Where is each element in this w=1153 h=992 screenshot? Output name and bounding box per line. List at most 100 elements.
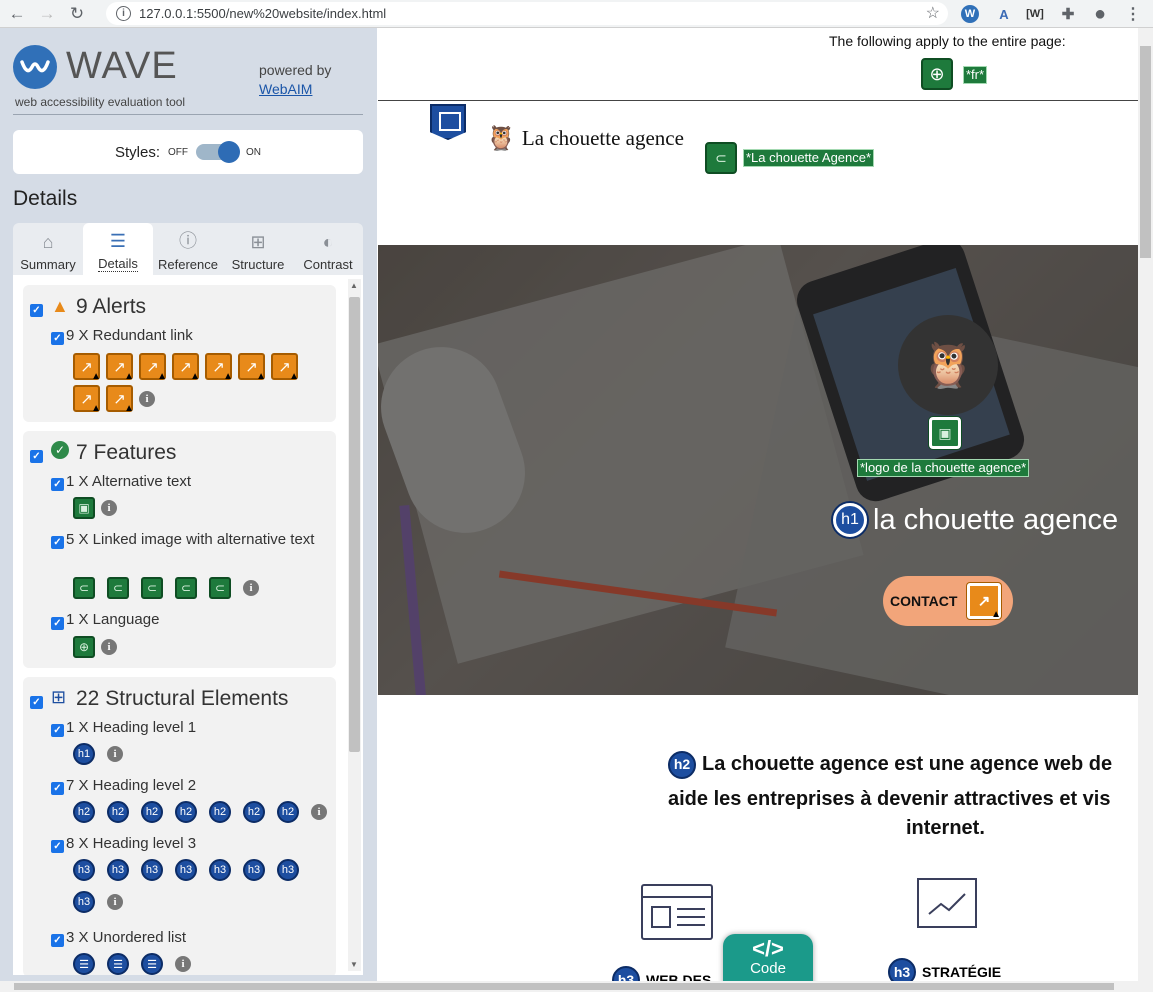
heading-3-icon[interactable]: h3 [277,859,299,881]
heading-1-checkbox[interactable]: ✓ [51,724,64,737]
panel-scrollbar[interactable]: ▲ ▼ [348,279,361,971]
linked-image-icon[interactable]: ⊂ [209,577,231,599]
heading-2-checkbox[interactable]: ✓ [51,782,64,795]
heading-2-icon[interactable]: h2 [175,801,197,823]
unordered-list-icon[interactable]: ☰ [107,953,129,975]
tab-reference[interactable]: ⓘ Reference [153,223,223,275]
heading-2-icon[interactable]: h2 [668,750,696,779]
w-extension-icon[interactable]: [W] [1024,3,1046,25]
bookmark-star-icon[interactable]: ☆ [926,3,940,23]
heading-3-icon[interactable]: h3 [141,859,163,881]
info-icon[interactable]: i [101,500,117,516]
wave-extension-icon[interactable]: W [961,5,979,23]
brand-logo[interactable]: 🦉 La chouette agence [486,124,684,153]
heading-2-icon[interactable]: h2 [243,801,265,823]
intro-line-1-text: La chouette agence est une agence web de [702,753,1113,775]
tab-summary[interactable]: ⌂ Summary [13,223,83,275]
heading-2-icon[interactable]: h2 [277,801,299,823]
toggle-knob[interactable] [218,141,240,163]
accessibility-extension-icon[interactable]: A [993,3,1015,25]
info-icon[interactable]: i [243,580,259,596]
language-checkbox[interactable]: ✓ [51,617,64,630]
styles-toggle[interactable] [196,141,240,163]
info-icon[interactable]: i [107,746,123,762]
redundant-link-icon[interactable]: ↗ [271,353,299,382]
image-icon[interactable]: ▣ [929,417,961,449]
globe-icon[interactable]: ⊕ [921,58,953,90]
heading-3-icon[interactable]: h3 [73,891,95,913]
info-icon[interactable]: i [139,390,155,407]
site-info-icon[interactable]: i [116,6,131,21]
heading-2-icon[interactable]: h2 [209,801,231,823]
reload-icon[interactable]: ↻ [64,1,90,27]
back-icon[interactable]: ← [4,1,30,27]
image-icon[interactable]: ▣ [73,497,95,519]
logo-alt-label: *logo de la chouette agence* [857,459,1030,477]
info-icon[interactable]: i [101,639,117,655]
hero-owl-logo: 🦉 [898,315,998,415]
redundant-link-icon[interactable]: ↗ [139,353,167,382]
tab-structure[interactable]: ⊞ Structure [223,223,293,275]
alert-triangle-icon: ▲ [51,296,69,316]
redundant-link-icon[interactable]: ↗ [73,385,101,414]
heading-2-icon[interactable]: h2 [73,801,95,823]
linked-image-icon[interactable]: ⊂ [705,142,737,174]
details-panel: ✓ ▲ 9 Alerts ✓ 9 X Redundant link ↗ ↗ ↗ … [13,275,363,975]
tab-contrast[interactable]: ◐ Contrast [293,223,363,275]
heading-3-icon[interactable]: h3 [175,859,197,881]
features-checkbox[interactable]: ✓ [30,450,43,463]
redundant-link-icon[interactable]: ↗ [73,353,101,382]
page-scrollbar[interactable] [1138,28,1153,992]
alt-text-checkbox[interactable]: ✓ [51,478,64,491]
page-scroll-thumb[interactable] [1140,46,1151,258]
heading-3-checkbox[interactable]: ✓ [51,840,64,853]
tab-details[interactable]: ☰ Details [83,223,153,275]
heading-2-icon[interactable]: h2 [141,801,163,823]
redundant-link-icon[interactable]: ↗ [172,353,200,382]
contact-button[interactable]: CONTACT ↗ [883,576,1013,626]
styles-label: Styles: [114,143,160,161]
linked-image-checkbox[interactable]: ✓ [51,536,64,549]
heading-2-icon[interactable]: h2 [107,801,129,823]
scroll-thumb[interactable] [349,297,360,752]
heading-3-icon[interactable]: h3 [73,859,95,881]
heading-3-icon[interactable]: h3 [209,859,231,881]
unordered-list-icon[interactable]: ☰ [141,953,163,975]
alerts-card: ✓ ▲ 9 Alerts ✓ 9 X Redundant link ↗ ↗ ↗ … [23,285,336,422]
linked-image-icon[interactable]: ⊂ [175,577,197,599]
menu-kebab-icon[interactable]: ⋮ [1122,3,1144,25]
address-bar[interactable]: i 127.0.0.1:5500/new%20website/index.htm… [106,2,948,25]
redundant-link-icon[interactable]: ↗ [106,353,134,382]
linked-image-icon[interactable]: ⊂ [73,577,95,599]
linked-image-icon[interactable]: ⊂ [141,577,163,599]
redundant-link-icon[interactable]: ↗ [106,385,134,414]
horizontal-scrollbar[interactable] [0,981,1153,992]
unordered-list-icon[interactable]: ☰ [73,953,95,975]
header-region-icon[interactable] [430,104,466,140]
globe-icon[interactable]: ⊕ [73,636,95,658]
heading-1-icon[interactable]: h1 [73,743,95,765]
profile-icon[interactable]: ● [1089,3,1111,25]
redundant-link-icon[interactable]: ↗ [238,353,266,382]
scroll-up-icon[interactable]: ▲ [350,281,358,290]
redundant-link-icon[interactable]: ↗ [967,583,1001,620]
horizontal-scroll-thumb[interactable] [14,983,1114,990]
alerts-checkbox[interactable]: ✓ [30,304,43,317]
forward-icon[interactable]: → [34,1,60,27]
info-icon[interactable]: i [107,894,123,910]
heading-3-icon[interactable]: h3 [107,859,129,881]
structure-checkbox[interactable]: ✓ [30,696,43,709]
heading-3-icon[interactable]: h3 [243,859,265,881]
extensions-puzzle-icon[interactable]: ✚ [1057,3,1079,25]
intro-line-3: internet. [906,817,985,839]
unordered-list-checkbox[interactable]: ✓ [51,934,64,947]
scroll-down-icon[interactable]: ▼ [350,960,358,969]
webaim-link[interactable]: WebAIM [259,81,312,97]
info-icon[interactable]: i [311,804,327,820]
info-icon[interactable]: i [175,956,191,972]
heading-1-icon[interactable]: h1 [833,503,867,537]
redundant-link-checkbox[interactable]: ✓ [51,332,64,345]
features-card: ✓ ✓ 7 Features ✓ 1 X Alternative text ▣ … [23,431,336,668]
redundant-link-icon[interactable]: ↗ [205,353,233,382]
linked-image-icon[interactable]: ⊂ [107,577,129,599]
